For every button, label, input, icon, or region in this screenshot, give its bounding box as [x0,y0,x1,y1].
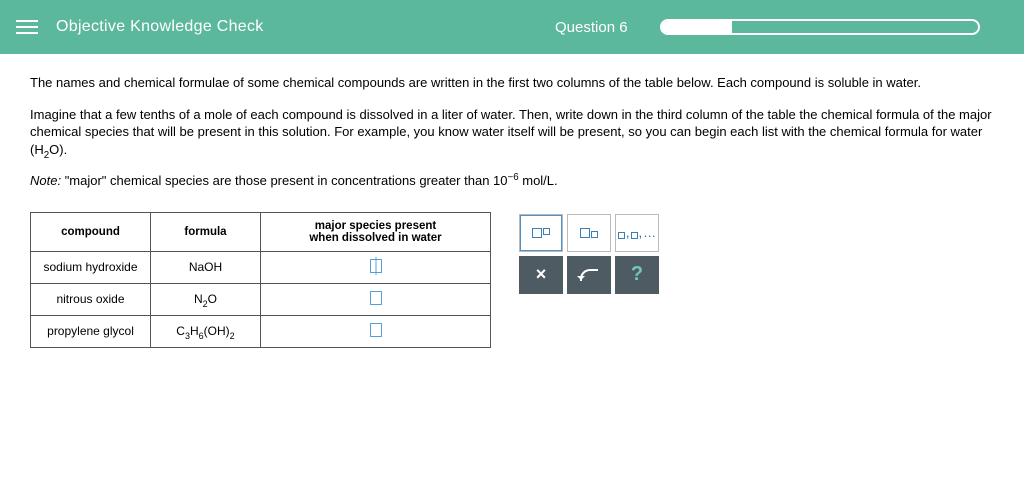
close-icon: × [536,264,547,285]
undo-icon [580,269,598,281]
tool-subscript[interactable] [567,214,611,252]
input-box-icon[interactable] [370,259,382,273]
compound-name: propylene glycol [31,315,151,347]
input-box-icon[interactable] [370,291,382,305]
th-compound: compound [31,212,151,251]
help-icon: ? [631,263,643,286]
th-formula: formula [151,212,261,251]
formula-toolbox: ,,… × ? [519,214,659,294]
tool-superscript[interactable] [519,214,563,252]
th-major: major species presentwhen dissolved in w… [261,212,491,251]
compound-formula: N2O [151,283,261,315]
note-paragraph: Note: "major" chemical species are those… [30,172,994,190]
compound-name: nitrous oxide [31,283,151,315]
undo-button[interactable] [567,256,611,294]
progress-fill [662,21,732,33]
instruction-paragraph-1: The names and chemical formulae of some … [30,74,994,92]
page-title: Objective Knowledge Check [56,18,264,36]
input-box-icon[interactable] [370,323,382,337]
table-row: sodium hydroxide NaOH [31,251,491,283]
answer-cell[interactable] [261,315,491,347]
question-number: Question 6 [555,19,628,36]
answer-cell[interactable] [261,251,491,283]
compound-name: sodium hydroxide [31,251,151,283]
help-button[interactable]: ? [615,256,659,294]
answer-cell[interactable] [261,283,491,315]
clear-button[interactable]: × [519,256,563,294]
instruction-paragraph-2: Imagine that a few tenths of a mole of e… [30,106,994,159]
progress-bar[interactable] [660,19,980,35]
table-row: nitrous oxide N2O [31,283,491,315]
compound-table: compound formula major species presentwh… [30,212,491,348]
compound-formula: NaOH [151,251,261,283]
compound-formula: C3H6(OH)2 [151,315,261,347]
table-row: propylene glycol C3H6(OH)2 [31,315,491,347]
menu-icon[interactable] [16,16,38,38]
tool-list[interactable]: ,,… [615,214,659,252]
